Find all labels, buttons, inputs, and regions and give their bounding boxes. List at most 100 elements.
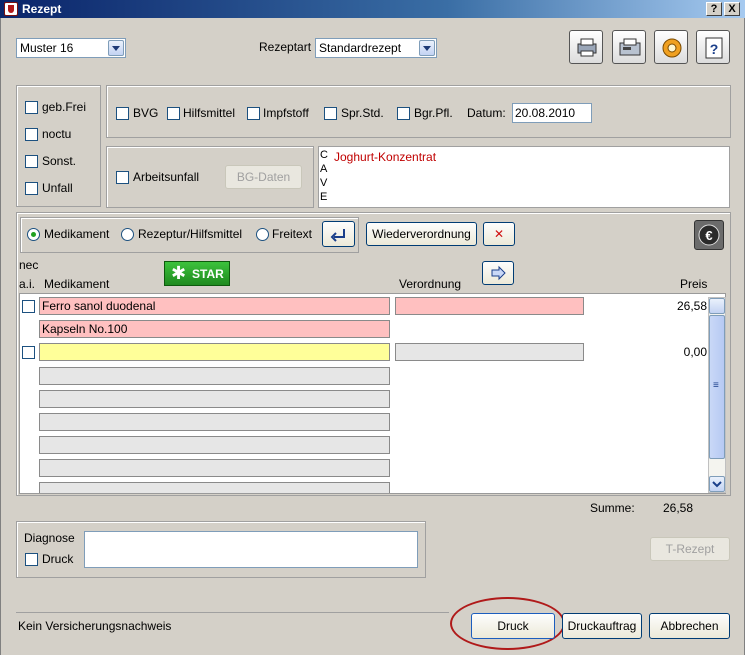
row2-verordnung[interactable] <box>395 343 584 361</box>
scroll-down-icon[interactable] <box>709 476 725 492</box>
star-icon: ✱ <box>171 263 187 283</box>
rezeptart-label: Rezeptart <box>259 40 312 54</box>
sonst-label: Sonst. <box>42 154 77 168</box>
grip-icon: ≡ <box>713 380 719 391</box>
settings-icon <box>662 38 682 58</box>
unfall-checkbox[interactable] <box>25 182 38 195</box>
row1b-medikament[interactable]: Kapseln No.100 <box>39 320 390 338</box>
arbeitsunfall-checkbox[interactable] <box>116 171 129 184</box>
card-reader-button[interactable] <box>612 30 646 64</box>
help-book-button[interactable]: ? <box>696 30 730 64</box>
settings-button[interactable] <box>654 30 688 64</box>
close-title-button[interactable]: X <box>724 2 740 16</box>
app-icon <box>4 2 18 16</box>
impfstoff-label: Impfstoff <box>263 106 309 120</box>
t-rezept-button[interactable]: T-Rezept <box>650 537 730 561</box>
star-label: STAR <box>192 267 224 281</box>
help-title-button[interactable]: ? <box>706 2 722 16</box>
empty-row[interactable] <box>39 436 390 454</box>
diagnose-label: Diagnose <box>24 531 75 545</box>
druck-button[interactable]: Druck <box>471 613 555 639</box>
diagnose-druck-label: Druck <box>42 552 74 566</box>
summe-value: 26,58 <box>663 501 694 515</box>
cave-letters: C A V E <box>320 148 330 204</box>
freitext-radio[interactable] <box>256 228 269 241</box>
row2-checkbox[interactable] <box>22 346 35 359</box>
spr-std-checkbox[interactable] <box>324 107 337 120</box>
col-verordnung: Verordnung <box>399 277 462 291</box>
abbrechen-button[interactable]: Abbrechen <box>649 613 730 639</box>
row1-medikament[interactable]: Ferro sanol duodenal <box>39 297 390 315</box>
geb-frei-checkbox[interactable] <box>25 101 38 114</box>
chevron-down-icon[interactable] <box>108 40 124 56</box>
enter-button[interactable] <box>322 221 355 247</box>
chevron-down-icon[interactable] <box>419 40 435 56</box>
enter-arrow-icon <box>330 229 345 242</box>
printer-icon <box>577 38 597 57</box>
empty-row[interactable] <box>39 390 390 408</box>
bgr-pfl-label: Bgr.Pfl. <box>414 106 453 120</box>
cave-letter-a: A <box>320 163 328 175</box>
ai-label: a.i. <box>19 277 36 291</box>
cave-letter-v: V <box>320 177 328 189</box>
summe-label: Summe: <box>590 501 635 515</box>
noctu-label: noctu <box>42 127 72 141</box>
rezeptart-select-value: Standardrezept <box>319 41 402 55</box>
svg-text:?: ? <box>710 41 719 57</box>
star-button[interactable]: ✱ STAR <box>164 261 230 286</box>
print-preview-button[interactable] <box>569 30 603 64</box>
diagnose-input[interactable] <box>84 531 418 568</box>
col-medikament: Medikament <box>44 277 110 291</box>
empty-row[interactable] <box>39 413 390 431</box>
spr-std-label: Spr.Std. <box>341 106 384 120</box>
bg-daten-button[interactable]: BG-Daten <box>225 165 302 189</box>
diagnose-druck-checkbox[interactable] <box>25 553 38 566</box>
geb-frei-label: geb.Frei <box>42 100 87 114</box>
card-reader-icon <box>619 38 641 56</box>
arbeitsunfall-label: Arbeitsunfall <box>133 170 200 184</box>
forward-button[interactable] <box>482 261 514 285</box>
empty-row[interactable] <box>39 459 390 477</box>
noctu-checkbox[interactable] <box>25 128 38 141</box>
euro-button[interactable]: € <box>694 220 724 250</box>
medikament-radio-label: Medikament <box>44 227 110 241</box>
scroll-thumb[interactable]: ≡ <box>709 315 725 459</box>
datum-value: 20.08.2010 <box>515 106 576 120</box>
row1-verordnung[interactable] <box>395 297 584 315</box>
table-scrollbar[interactable]: ≡ <box>708 297 726 493</box>
row1-checkbox[interactable] <box>22 300 35 313</box>
help-book-icon: ? <box>705 37 723 59</box>
row2-medikament[interactable] <box>39 343 390 361</box>
delete-button[interactable]: ✕ <box>483 222 515 246</box>
sonst-checkbox[interactable] <box>25 155 38 168</box>
svg-text:€: € <box>705 228 712 243</box>
form-select[interactable]: Muster 16 <box>16 38 126 58</box>
freitext-radio-label: Freitext <box>272 227 313 241</box>
rezeptur-radio-label: Rezeptur/Hilfsmittel <box>138 227 243 241</box>
druckauftrag-button[interactable]: Druckauftrag <box>562 613 642 639</box>
bgr-pfl-checkbox[interactable] <box>397 107 410 120</box>
title-bar: Rezept ? X <box>0 0 745 18</box>
rezeptur-radio[interactable] <box>121 228 134 241</box>
row2-price: 0,00 <box>683 345 707 359</box>
bvg-checkbox[interactable] <box>116 107 129 120</box>
euro-icon: € <box>698 224 720 246</box>
empty-row[interactable] <box>39 482 390 493</box>
cave-letter-e: E <box>320 191 328 203</box>
arrow-right-icon <box>491 265 506 281</box>
col-preis: Preis <box>680 277 708 291</box>
row1-price: 26,58 <box>676 299 707 313</box>
datum-label: Datum: <box>467 106 506 120</box>
hilfsmittel-label: Hilfsmittel <box>183 106 236 120</box>
rezeptart-select[interactable]: Standardrezept <box>315 38 437 58</box>
empty-row[interactable] <box>39 367 390 385</box>
hilfsmittel-checkbox[interactable] <box>167 107 180 120</box>
bvg-label: BVG <box>133 106 159 120</box>
datum-input[interactable]: 20.08.2010 <box>512 103 592 123</box>
unfall-label: Unfall <box>42 181 73 195</box>
medikament-radio[interactable] <box>27 228 40 241</box>
form-select-value: Muster 16 <box>20 41 74 55</box>
impfstoff-checkbox[interactable] <box>247 107 260 120</box>
scroll-up-icon[interactable] <box>709 298 725 314</box>
wiederverordnung-button[interactable]: Wiederverordnung <box>366 222 477 246</box>
